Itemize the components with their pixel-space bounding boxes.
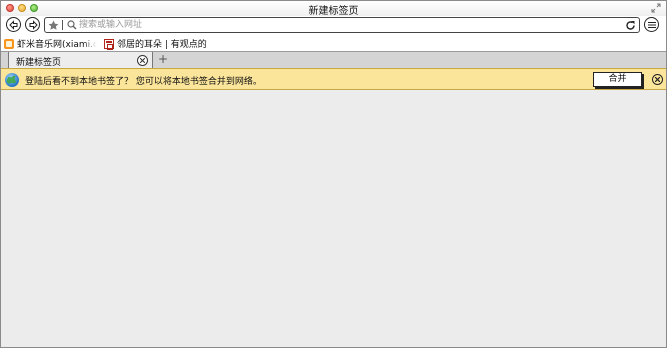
menu-icon: [648, 22, 656, 28]
new-tab-button[interactable]: +: [158, 53, 168, 66]
address-bar-divider: [62, 20, 63, 30]
forward-button[interactable]: [25, 17, 40, 32]
url-input[interactable]: [79, 18, 619, 32]
search-icon: [67, 20, 77, 33]
reload-icon[interactable]: [625, 20, 636, 34]
notification-bar: 登陆后看不到本地书签了？ 您可以将本地书签合并到网络。 合并: [1, 68, 666, 90]
back-button[interactable]: [6, 17, 21, 32]
merge-button[interactable]: 合并: [593, 72, 642, 87]
globe-icon: [4, 72, 20, 91]
close-tab-icon[interactable]: [137, 55, 148, 66]
tab-new-tab[interactable]: 新建标签页: [8, 52, 153, 69]
tab-strip: 新建标签页 +: [1, 51, 666, 69]
title-bar: 新建标签页: [1, 1, 666, 17]
back-arrow-icon: [9, 20, 18, 30]
browser-window: 新建标签页 虾: [0, 0, 667, 348]
notification-text: 登陆后看不到本地书签了？ 您可以将本地书签合并到网络。: [25, 77, 262, 87]
menu-button[interactable]: [644, 17, 659, 32]
xiami-icon: [4, 38, 14, 49]
navigation-toolbar: [1, 16, 666, 36]
bookmarks-bar: 虾米音乐网(xiami.com 邻居的耳朵 | 有观点的: [1, 36, 666, 51]
close-notification-icon[interactable]: [652, 74, 663, 85]
address-bar[interactable]: [44, 17, 640, 33]
bookmark-fade: [83, 37, 97, 50]
page-content: [1, 90, 666, 347]
window-title: 新建标签页: [308, 6, 359, 17]
fullscreen-icon[interactable]: [651, 3, 661, 13]
bookmark-label: 邻居的耳朵 | 有观点的: [117, 40, 207, 50]
forward-arrow-icon: [29, 20, 38, 30]
bookmark-item[interactable]: 邻居的耳朵 | 有观点的: [104, 37, 207, 50]
tab-title: 新建标签页: [16, 58, 62, 68]
douban-icon: [104, 38, 114, 50]
bookmark-item[interactable]: 虾米音乐网(xiami.com: [4, 37, 97, 50]
bookmark-star-icon[interactable]: [48, 20, 59, 34]
